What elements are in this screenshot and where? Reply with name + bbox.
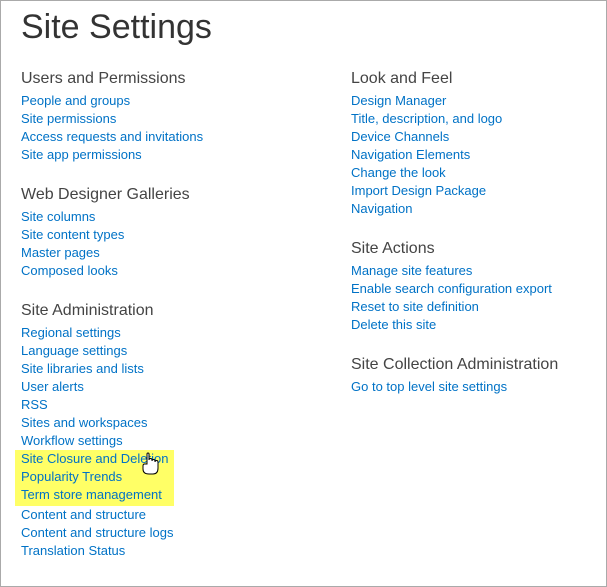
section-heading: Site Actions (351, 240, 591, 258)
link-reset-to-site-definition[interactable]: Reset to site definition (351, 298, 591, 316)
link-navigation[interactable]: Navigation (351, 200, 591, 218)
link-site-columns[interactable]: Site columns (21, 208, 351, 226)
section-heading: Web Designer Galleries (21, 186, 351, 204)
link-site-content-types[interactable]: Site content types (21, 226, 351, 244)
link-translation-status[interactable]: Translation Status (21, 542, 351, 560)
link-site-permissions[interactable]: Site permissions (21, 110, 351, 128)
link-people-and-groups[interactable]: People and groups (21, 92, 351, 110)
link-go-to-top-level-site-settings[interactable]: Go to top level site settings (351, 378, 591, 396)
highlight-region: Site Closure and DeletionPopularity Tren… (15, 450, 174, 506)
link-sites-and-workspaces[interactable]: Sites and workspaces (21, 414, 351, 432)
link-change-the-look[interactable]: Change the look (351, 164, 591, 182)
link-site-app-permissions[interactable]: Site app permissions (21, 146, 351, 164)
link-site-closure-and-deletion[interactable]: Site Closure and Deletion (21, 450, 168, 468)
section-site-collection-administration: Site Collection Administration Go to top … (351, 356, 591, 396)
link-import-design-package[interactable]: Import Design Package (351, 182, 591, 200)
link-popularity-trends[interactable]: Popularity Trends (21, 468, 168, 486)
link-rss[interactable]: RSS (21, 396, 351, 414)
section-site-actions: Site Actions Manage site featuresEnable s… (351, 240, 591, 334)
link-design-manager[interactable]: Design Manager (351, 92, 591, 110)
section-heading: Site Administration (21, 302, 351, 320)
link-title-description-and-logo[interactable]: Title, description, and logo (351, 110, 591, 128)
link-navigation-elements[interactable]: Navigation Elements (351, 146, 591, 164)
link-content-and-structure[interactable]: Content and structure (21, 506, 351, 524)
link-enable-search-configuration-export[interactable]: Enable search configuration export (351, 280, 591, 298)
section-heading: Users and Permissions (21, 70, 351, 88)
section-heading: Look and Feel (351, 70, 591, 88)
link-master-pages[interactable]: Master pages (21, 244, 351, 262)
link-content-and-structure-logs[interactable]: Content and structure logs (21, 524, 351, 542)
section-users-and-permissions: Users and PermissionsPeople and groupsSi… (21, 70, 351, 164)
link-site-libraries-and-lists[interactable]: Site libraries and lists (21, 360, 351, 378)
link-term-store-management[interactable]: Term store management (21, 486, 168, 504)
link-device-channels[interactable]: Device Channels (351, 128, 591, 146)
section-look-and-feel: Look and Feel Design ManagerTitle, descri… (351, 70, 591, 218)
link-workflow-settings[interactable]: Workflow settings (21, 432, 351, 450)
section-web-designer-galleries: Web Designer Galleries Site columnsSite c… (21, 186, 351, 280)
section-heading: Site Collection Administration (351, 356, 591, 374)
link-access-requests-and-invitations[interactable]: Access requests and invitations (21, 128, 351, 146)
link-regional-settings[interactable]: Regional settings (21, 324, 351, 342)
link-delete-this-site[interactable]: Delete this site (351, 316, 591, 334)
link-manage-site-features[interactable]: Manage site features (351, 262, 591, 280)
page-title: Site Settings (21, 9, 586, 46)
section-site-administration: Site Administration Regional settingsLang… (21, 302, 351, 560)
link-user-alerts[interactable]: User alerts (21, 378, 351, 396)
left-column: Users and PermissionsPeople and groupsSi… (21, 70, 351, 582)
link-language-settings[interactable]: Language settings (21, 342, 351, 360)
right-column: Look and Feel Design ManagerTitle, descri… (351, 70, 591, 418)
link-composed-looks[interactable]: Composed looks (21, 262, 351, 280)
